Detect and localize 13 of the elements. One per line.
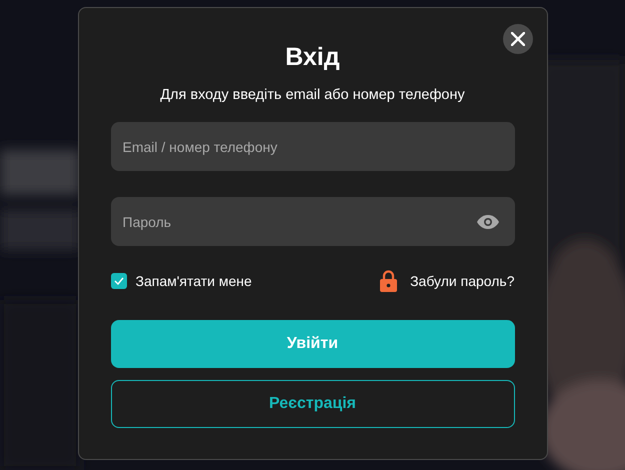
remember-checkbox[interactable] xyxy=(110,273,126,289)
forgot-password-link[interactable]: Забули пароль? xyxy=(410,273,514,289)
check-icon xyxy=(114,277,124,285)
eye-icon[interactable] xyxy=(476,215,498,229)
login-field[interactable]: Email / номер телефону xyxy=(110,122,514,171)
dialog-subtitle: Для входу введіть email або номер телефону xyxy=(159,86,466,104)
close-icon xyxy=(510,32,524,46)
password-field[interactable]: Пароль xyxy=(110,197,514,246)
remember-label: Запам'ятати мене xyxy=(136,273,252,289)
close-button[interactable] xyxy=(502,24,532,54)
lock-icon xyxy=(380,270,398,292)
dialog-title: Вхід xyxy=(284,42,341,72)
register-button[interactable]: Реєстрація xyxy=(110,380,514,428)
